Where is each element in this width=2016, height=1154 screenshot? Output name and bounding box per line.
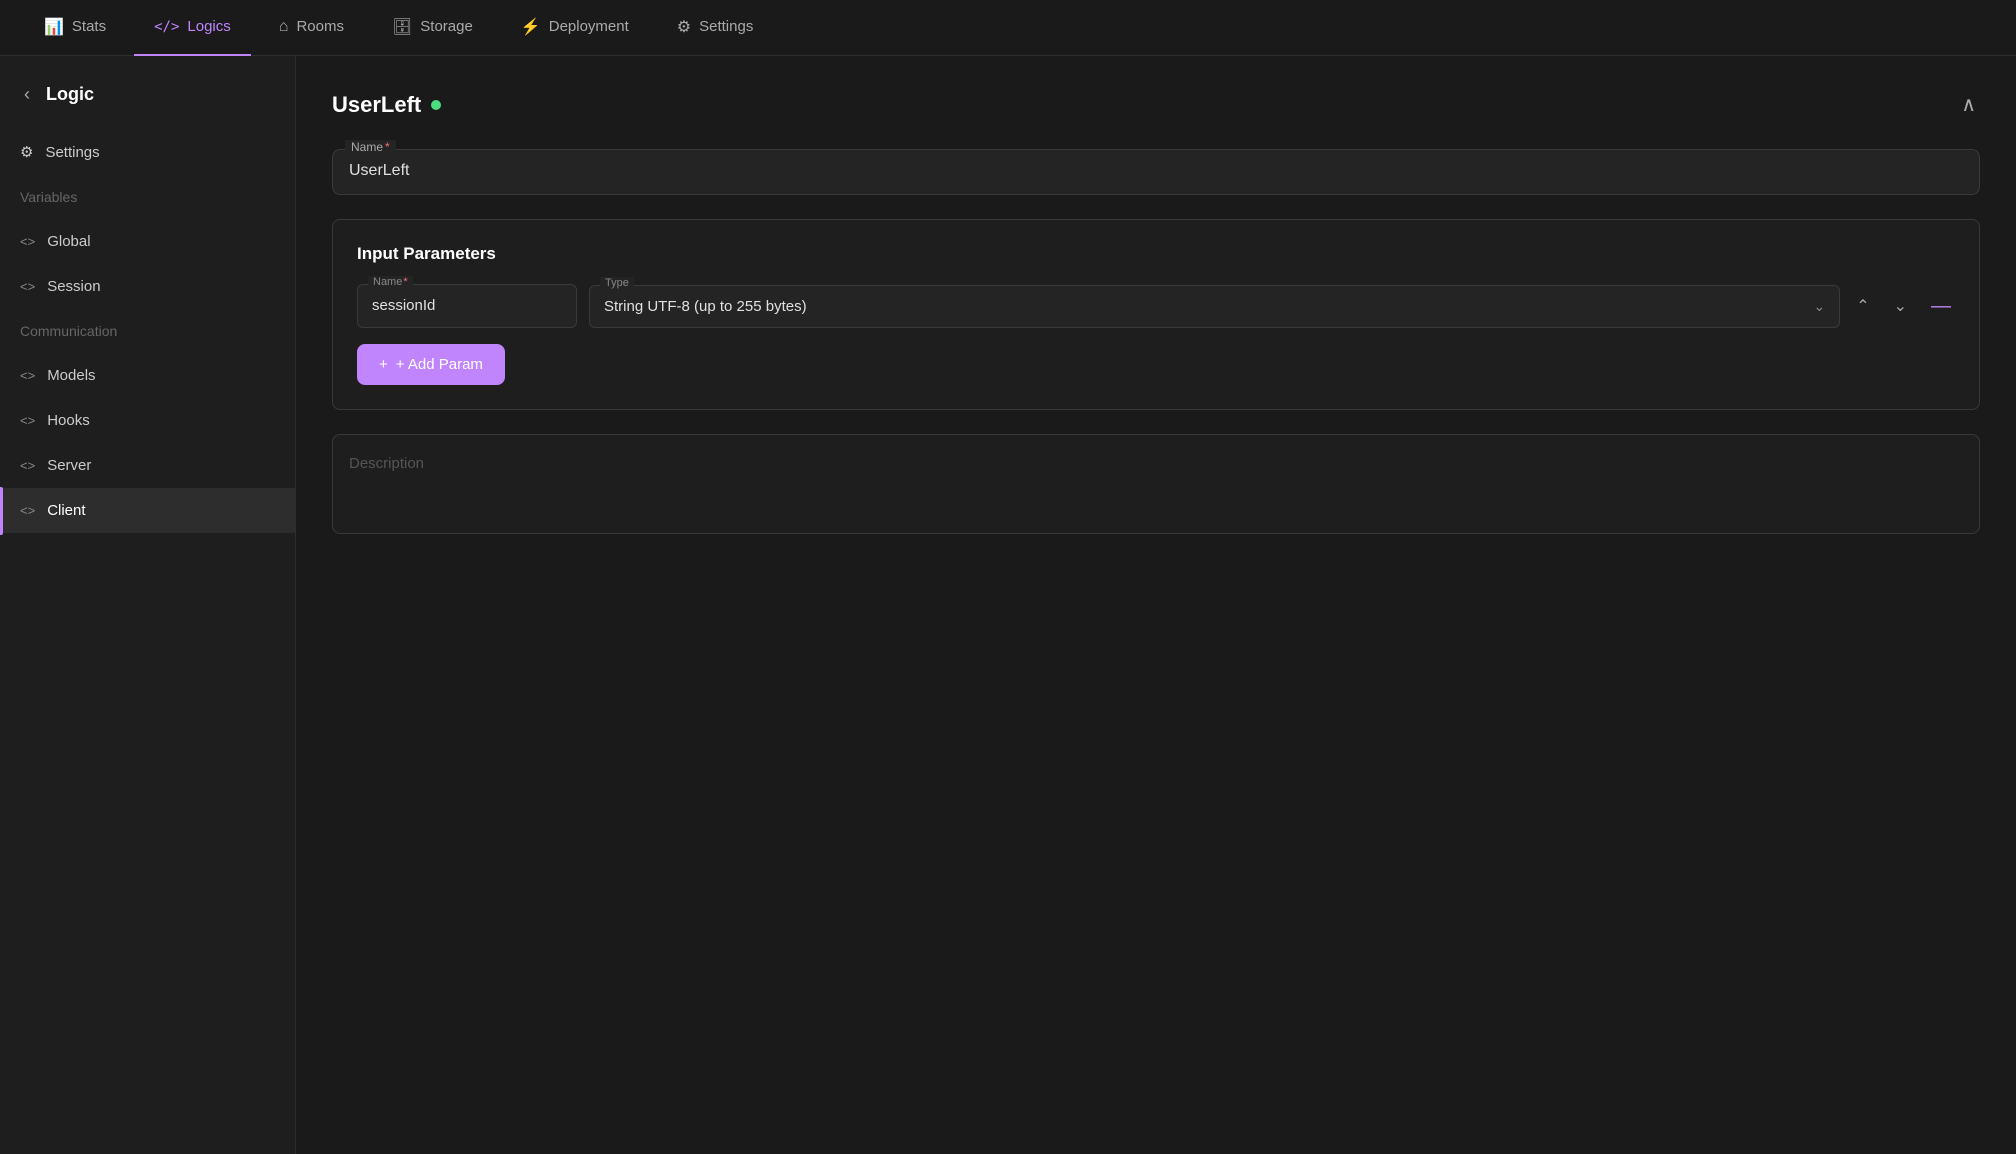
tab-logics-label: Logics	[187, 18, 230, 35]
code-icon-client: <>	[20, 503, 35, 518]
storage-icon: 🗄	[392, 17, 412, 37]
logic-header: UserLeft ∧	[332, 88, 1980, 121]
param-type-wrapper[interactable]: Type String UTF-8 (up to 255 bytes) ⌄	[589, 285, 1840, 328]
rooms-icon: ⌂	[279, 18, 289, 36]
tab-logics[interactable]: </> Logics	[134, 0, 251, 56]
sidebar-item-session-label: Session	[47, 278, 100, 295]
sidebar-item-client[interactable]: <> Client	[0, 488, 295, 533]
tab-rooms[interactable]: ⌂ Rooms	[259, 0, 364, 56]
description-placeholder: Description	[349, 455, 424, 472]
sidebar-item-server-label: Server	[47, 457, 91, 474]
param-name-label: Name*	[368, 276, 413, 288]
top-nav: 📊 Stats </> Logics ⌂ Rooms 🗄 Storage ⚡ D…	[0, 0, 2016, 56]
plus-icon: +	[379, 356, 388, 373]
tab-settings-label: Settings	[699, 18, 753, 35]
param-type-text: String UTF-8 (up to 255 bytes)	[604, 298, 807, 315]
communication-label: Communication	[20, 323, 117, 339]
sidebar-item-hooks-label: Hooks	[47, 412, 90, 429]
collapse-button[interactable]: ∧	[1957, 88, 1980, 121]
code-icon-global: <>	[20, 234, 35, 249]
param-name-input[interactable]	[372, 297, 562, 314]
sidebar-item-settings[interactable]: ⚙ Settings	[0, 129, 295, 175]
tab-stats[interactable]: 📊 Stats	[24, 0, 126, 56]
deployment-icon: ⚡	[521, 17, 541, 37]
logics-icon: </>	[154, 19, 179, 35]
sidebar-item-server[interactable]: <> Server	[0, 443, 295, 488]
status-dot	[431, 100, 441, 110]
param-row: Name* Type String UTF-8 (up to 255 bytes…	[357, 284, 1955, 328]
sidebar-item-models-label: Models	[47, 367, 95, 384]
sidebar-category-communication: Communication	[0, 309, 295, 353]
sidebar-item-hooks[interactable]: <> Hooks	[0, 398, 295, 443]
sidebar-item-global-label: Global	[47, 233, 90, 250]
page-layout: ‹ Logic ⚙ Settings Variables <> Global <…	[0, 56, 2016, 1154]
tab-settings[interactable]: ⚙ Settings	[657, 0, 774, 56]
back-button[interactable]: ‹	[20, 80, 34, 109]
tab-stats-label: Stats	[72, 18, 106, 35]
sidebar-item-settings-label: Settings	[45, 144, 99, 161]
gear-icon: ⚙	[20, 143, 33, 161]
param-move-up-button[interactable]: ⌃	[1852, 292, 1873, 320]
code-icon-session: <>	[20, 279, 35, 294]
chevron-down-icon: ⌄	[1813, 298, 1825, 315]
name-field-label: Name*	[345, 140, 396, 154]
add-param-label: + Add Param	[396, 356, 483, 373]
param-type-label: Type	[600, 277, 634, 289]
sidebar-header: ‹ Logic	[0, 56, 295, 129]
stats-icon: 📊	[44, 17, 64, 37]
code-icon-server: <>	[20, 458, 35, 473]
name-field-group: Name*	[332, 149, 1980, 195]
name-field-wrapper: Name*	[332, 149, 1980, 195]
param-name-wrapper: Name*	[357, 284, 577, 328]
logic-title-row: UserLeft	[332, 92, 441, 118]
settings-icon: ⚙	[677, 17, 691, 37]
sidebar-item-models[interactable]: <> Models	[0, 353, 295, 398]
tab-deployment[interactable]: ⚡ Deployment	[501, 0, 649, 56]
tab-deployment-label: Deployment	[549, 18, 629, 35]
sidebar-item-global[interactable]: <> Global	[0, 219, 295, 264]
param-controls: ⌃ ⌄ —	[1852, 291, 1955, 322]
param-remove-button[interactable]: —	[1927, 291, 1955, 322]
sidebar-item-session[interactable]: <> Session	[0, 264, 295, 309]
tab-storage[interactable]: 🗄 Storage	[372, 0, 493, 56]
add-param-button[interactable]: + + Add Param	[357, 344, 505, 385]
description-wrapper[interactable]: Description	[332, 434, 1980, 534]
sidebar: ‹ Logic ⚙ Settings Variables <> Global <…	[0, 56, 296, 1154]
params-title: Input Parameters	[357, 244, 1955, 264]
name-input[interactable]	[349, 162, 1963, 180]
code-icon-hooks: <>	[20, 413, 35, 428]
sidebar-item-client-label: Client	[47, 502, 85, 519]
sidebar-category-variables: Variables	[0, 175, 295, 219]
param-move-down-button[interactable]: ⌄	[1890, 292, 1911, 320]
variables-label: Variables	[20, 189, 77, 205]
code-icon-models: <>	[20, 368, 35, 383]
tab-rooms-label: Rooms	[296, 18, 344, 35]
sidebar-title: Logic	[46, 84, 94, 105]
main-content: UserLeft ∧ Name* Input Parameters	[296, 56, 2016, 1154]
input-parameters-box: Input Parameters Name* Type String UTF-8…	[332, 219, 1980, 410]
logic-title: UserLeft	[332, 92, 421, 118]
tab-storage-label: Storage	[420, 18, 473, 35]
